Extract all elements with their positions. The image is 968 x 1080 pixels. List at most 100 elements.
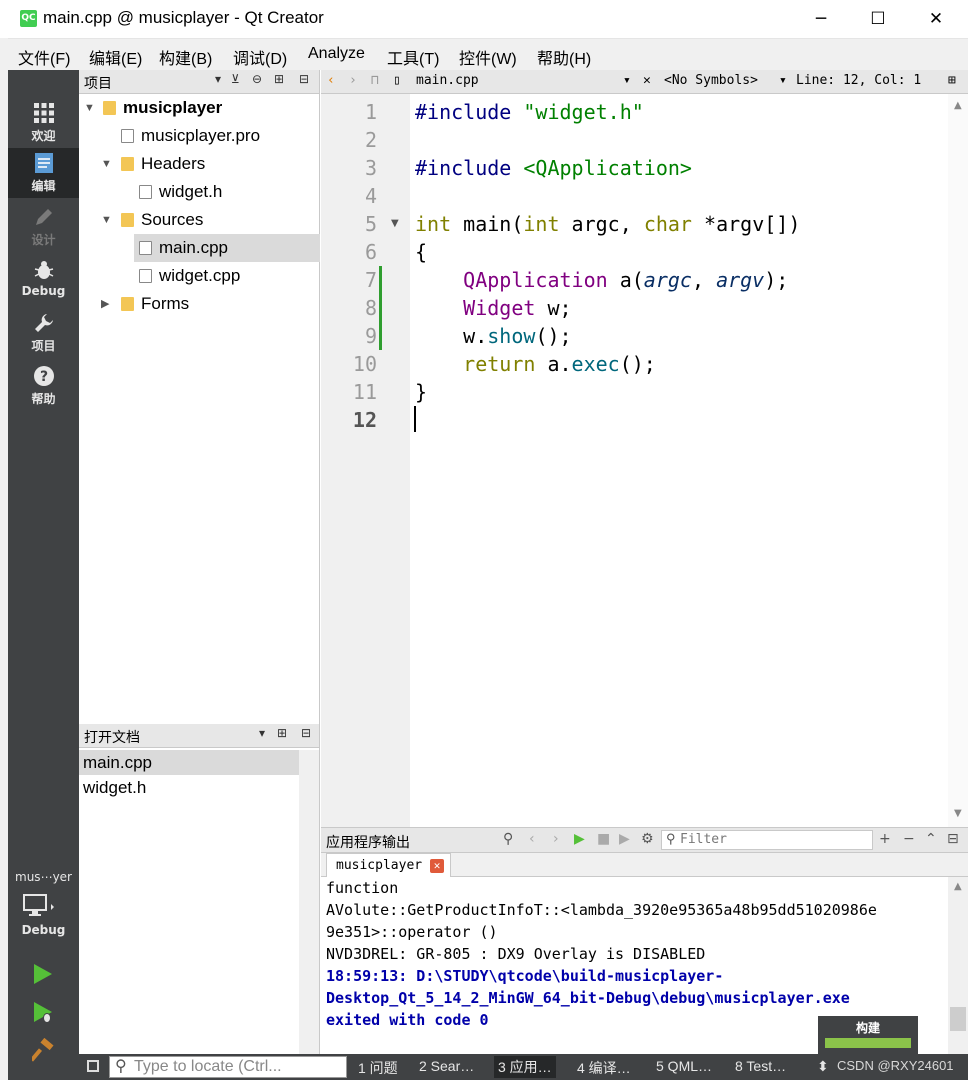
forward-arrow-icon[interactable]: › [553,831,559,847]
target-project-name[interactable]: mus⋯yer [8,870,79,884]
scroll-up-icon[interactable]: ▲ [954,881,962,892]
mode-design[interactable]: 设计 [8,202,79,254]
tree-item-project[interactable]: ▼ musicplayer [79,94,320,122]
mode-debug[interactable]: Debug [8,255,79,307]
toggle-sidebar-icon[interactable] [87,1060,99,1072]
split-editor-icon[interactable]: ⊞ [948,73,956,88]
lock-icon[interactable]: ⊓ [371,73,379,88]
close-document-icon[interactable]: ✕ [643,73,651,88]
menu-edit[interactable]: 编辑(E) [89,45,142,69]
project-tree-pane: 项目 ▾ ⊻ ⊖ ⊞ ⊟ ▼ musicplayer musicplayer.p… [79,70,320,724]
attach-debugger-icon[interactable]: ⚲ [503,831,513,847]
minimize-button[interactable]: ─ [798,0,844,38]
tree-item-pro-file[interactable]: musicplayer.pro [79,122,320,150]
expand-arrow-icon[interactable]: ▼ [84,94,95,122]
mode-projects-label: 项目 [31,339,56,353]
scroll-down-icon[interactable]: ▼ [954,808,962,819]
forward-arrow-icon[interactable]: › [349,73,357,88]
chevron-down-icon[interactable]: ▾ [259,726,265,740]
maximize-pane-icon[interactable]: ⌃ [925,831,937,847]
tab-issues[interactable]: 1 问题 [358,1058,398,1078]
output-pane-header: 应用程序输出 ⚲ ‹ › ▶ ■ ▶ ⚙ ⚲ Filter + − ⌃ ⊟ [321,827,968,853]
close-pane-icon[interactable]: ⊟ [299,72,309,86]
close-button[interactable]: ✕ [913,0,959,38]
more-tabs-chevron-icon[interactable]: ⬍ [817,1058,829,1075]
menu-tools[interactable]: 工具(T) [387,45,439,69]
locator-input[interactable]: ⚲ Type to locate (Ctrl... [109,1056,347,1078]
code-line: QApplication a(argc, argv); [463,268,789,292]
mode-projects[interactable]: 项目 [8,308,79,360]
back-arrow-icon[interactable]: ‹ [529,831,535,847]
editor-scrollbar[interactable]: ▲ ▼ [948,94,968,827]
expand-arrow-icon[interactable]: ▼ [101,206,112,234]
run-icon[interactable] [32,963,54,989]
link-icon[interactable]: ⊖ [252,72,262,86]
view-selector-chevron-down-icon[interactable]: ▾ [215,72,221,86]
chevron-down-icon[interactable]: ▾ [779,73,787,88]
build-hammer-icon[interactable] [29,1037,56,1066]
tree-item-label: Sources [141,210,204,229]
target-kit-label[interactable]: Debug [8,923,79,937]
filter-icon[interactable]: ⊻ [231,72,240,86]
open-doc-item[interactable]: main.cpp [79,750,299,775]
debug-run-icon[interactable]: ▶ [619,831,630,847]
close-tab-icon[interactable]: ✕ [430,859,445,873]
output-line: NVD3DREL: GR-805 : DX9 Overlay is DISABL… [326,945,706,963]
tree-item-widget-cpp[interactable]: widget.cpp [79,262,320,290]
output-tab-musicplayer[interactable]: musicplayer ✕ [326,853,452,877]
menu-build[interactable]: 构建(B) [159,45,212,69]
tree-item-forms[interactable]: ▶ Forms [79,290,320,318]
open-docs-scrollbar[interactable] [299,750,319,1054]
tree-item-label: widget.cpp [159,266,241,285]
scrollbar-thumb[interactable] [950,1007,966,1031]
tree-item-sources[interactable]: ▼ Sources [79,206,320,234]
open-documents-header: 打开文档 ▾ ⊞ ⊟ [79,724,319,748]
scroll-up-icon[interactable]: ▲ [954,100,962,111]
menu-debug[interactable]: 调试(D) [233,45,287,69]
zoom-out-icon[interactable]: − [903,831,915,847]
code-line: return a.exec(); [463,352,656,376]
close-pane-icon[interactable]: ⊟ [947,831,959,847]
rerun-icon[interactable]: ▶ [574,831,585,847]
tab-search-results[interactable]: 2 Sear… [419,1058,474,1074]
current-file-selector[interactable]: main.cpp [416,73,479,88]
close-pane-icon[interactable]: ⊟ [301,726,311,740]
stop-icon[interactable]: ■ [597,831,610,847]
symbols-selector[interactable]: <No Symbols> [664,73,758,88]
debug-run-icon[interactable] [32,1001,56,1029]
mode-welcome[interactable]: 欢迎 [8,98,79,150]
settings-gear-icon[interactable]: ⚙ [641,831,654,847]
maximize-button[interactable]: ☐ [855,0,901,38]
zoom-in-icon[interactable]: + [879,831,891,847]
menu-widgets[interactable]: 控件(W) [459,45,517,69]
code-editor[interactable]: #include "widget.h" #include <QApplicati… [410,94,948,827]
output-scrollbar[interactable]: ▲ [948,877,968,1054]
tab-test-results[interactable]: 8 Test… [735,1058,786,1074]
open-doc-item[interactable]: widget.h [79,775,299,800]
monitor-icon[interactable] [23,894,54,916]
output-filter-input[interactable]: ⚲ Filter [661,830,873,850]
collapse-arrow-icon[interactable]: ▶ [101,290,109,318]
tab-application-output[interactable]: 3 应用… [494,1056,556,1078]
menu-help[interactable]: 帮助(H) [537,45,591,69]
tree-item-headers[interactable]: ▼ Headers [79,150,320,178]
build-progress-indicator[interactable]: 构建 [818,1016,918,1054]
back-arrow-icon[interactable]: ‹ [327,73,335,88]
mode-help[interactable]: ? 帮助 [8,361,79,413]
line-number: 1 [364,100,377,124]
cursor-position[interactable]: Line: 12, Col: 1 [796,73,921,88]
split-icon[interactable]: ⊞ [277,726,287,740]
menu-file[interactable]: 文件(F) [18,45,70,69]
chevron-down-icon[interactable]: ▾ [623,73,631,88]
help-question-icon: ? [32,365,56,389]
tab-compile-output[interactable]: 4 编译… [577,1058,631,1078]
tree-item-widget-h[interactable]: widget.h [79,178,320,206]
source-file-icon [139,241,152,255]
mode-edit[interactable]: 编辑 [8,148,79,198]
fold-marker-icon[interactable]: ▼ [391,210,399,238]
tab-qml-debugger[interactable]: 5 QML… [656,1058,712,1074]
expand-arrow-icon[interactable]: ▼ [101,150,112,178]
tree-item-main-cpp[interactable]: main.cpp [134,234,320,262]
menu-analyze[interactable]: Analyze [308,45,365,63]
split-icon[interactable]: ⊞ [274,72,284,86]
